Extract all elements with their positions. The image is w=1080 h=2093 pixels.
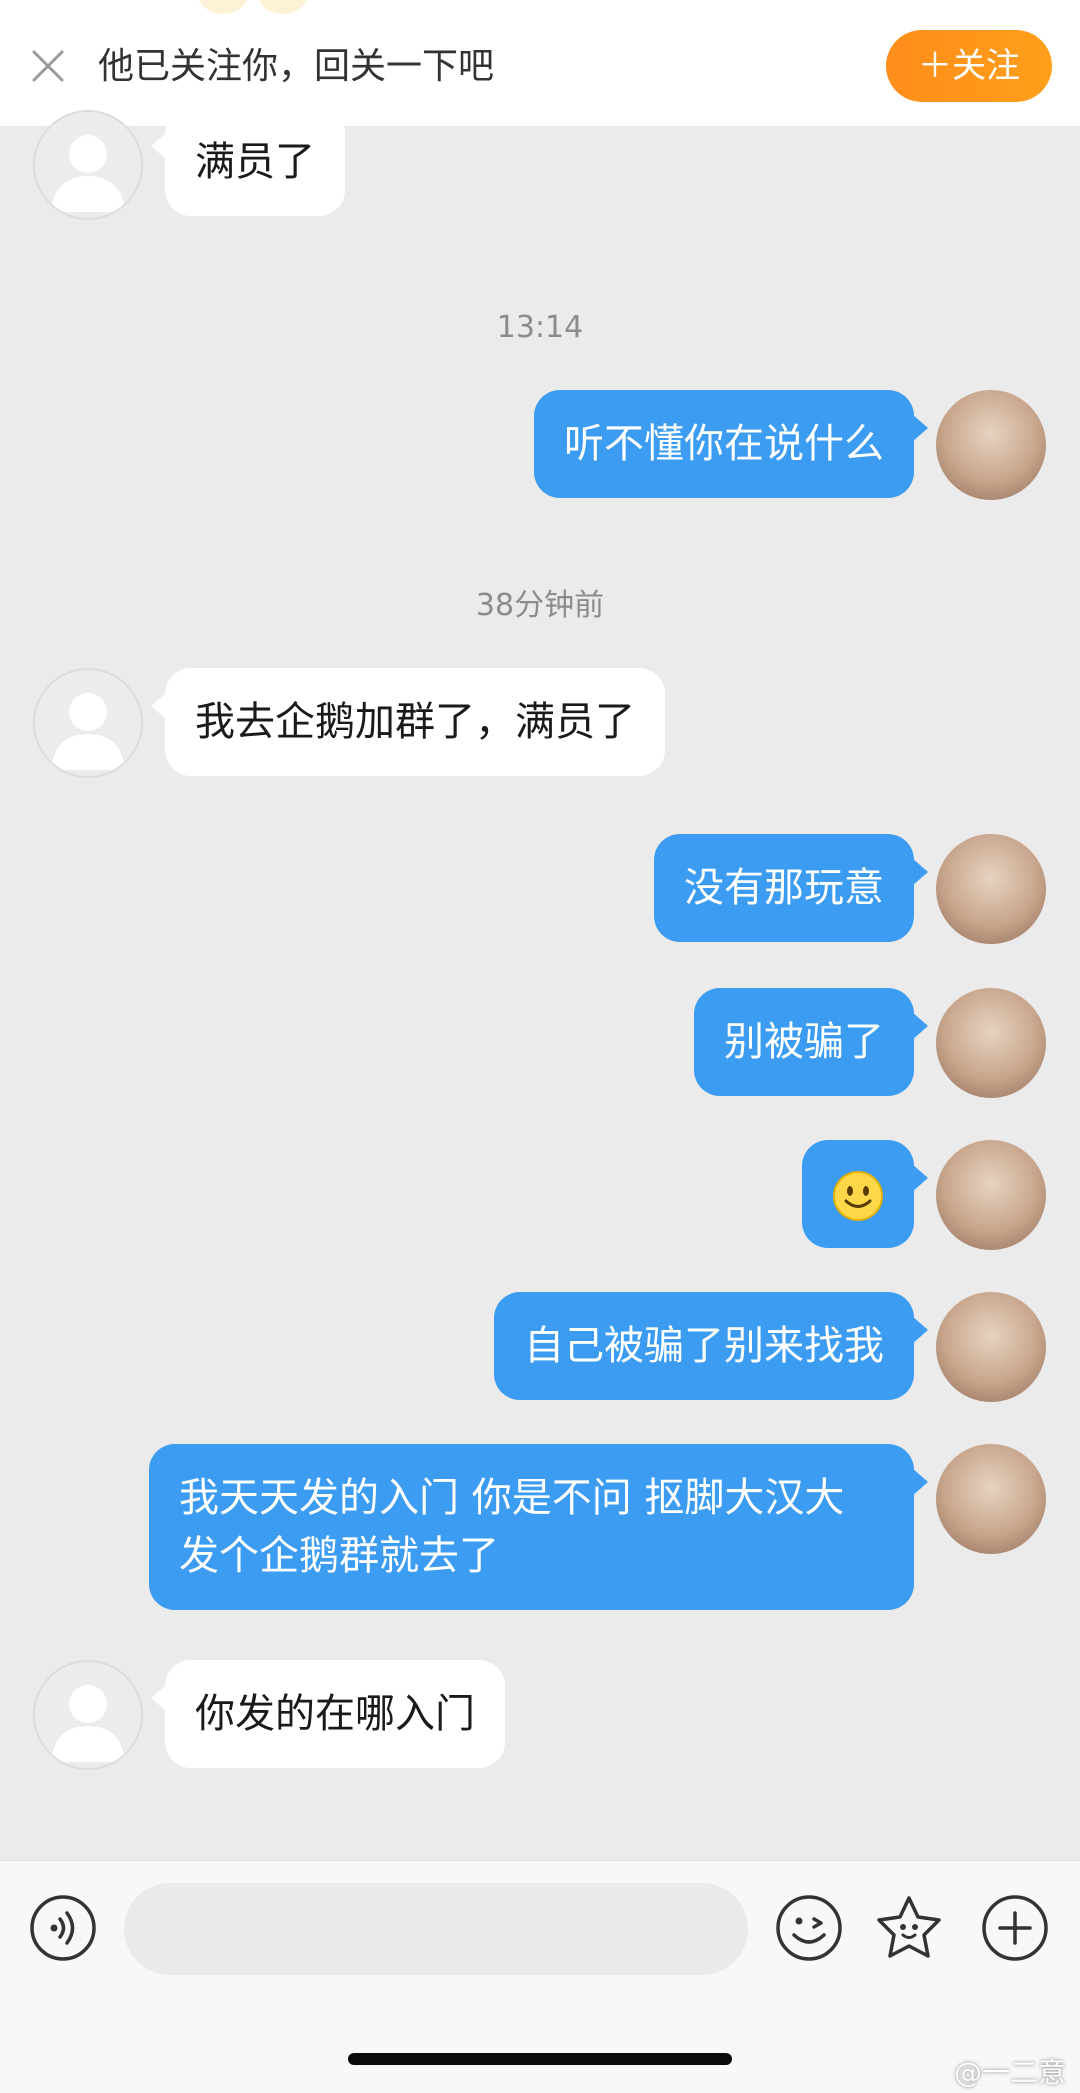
- bubble-tail: [151, 692, 167, 720]
- follow-button[interactable]: ＋关注: [886, 30, 1052, 102]
- outgoing-message[interactable]: 别被骗了: [694, 988, 928, 1096]
- follow-back-banner: 他已关注你，回关一下吧 ＋关注: [0, 0, 1080, 127]
- default-avatar-icon: [51, 693, 125, 770]
- outgoing-message[interactable]: 听不懂你在说什么: [534, 390, 928, 498]
- outgoing-message[interactable]: [802, 1140, 928, 1248]
- emoji-decoration: [198, 0, 248, 14]
- my-avatar[interactable]: [936, 1140, 1046, 1250]
- follow-back-prompt: 他已关注你，回关一下吧: [98, 46, 495, 87]
- default-avatar-icon: [51, 1685, 125, 1762]
- sticker-icon[interactable]: [874, 1893, 944, 1963]
- my-avatar[interactable]: [936, 834, 1046, 944]
- voice-icon[interactable]: [28, 1893, 98, 1963]
- message-timestamp: 38分钟前: [475, 588, 605, 623]
- contact-avatar[interactable]: [33, 1660, 143, 1770]
- home-indicator[interactable]: [348, 2053, 732, 2065]
- my-avatar[interactable]: [936, 390, 1046, 500]
- emoji-decoration: [258, 0, 308, 14]
- default-avatar-icon: [51, 135, 125, 212]
- bubble-tail: [151, 132, 167, 160]
- outgoing-message[interactable]: 自己被骗了别来找我: [494, 1292, 928, 1400]
- message-input[interactable]: [124, 1883, 748, 1975]
- bubble-tail: [912, 858, 928, 886]
- contact-avatar[interactable]: [33, 110, 143, 220]
- my-avatar[interactable]: [936, 988, 1046, 1098]
- bubble-tail: [912, 1164, 928, 1192]
- message-timestamp: 13:14: [496, 310, 584, 345]
- outgoing-message[interactable]: 没有那玩意: [654, 834, 928, 942]
- bubble-tail: [912, 1316, 928, 1344]
- incoming-message[interactable]: 我去企鹅加群了，满员了: [151, 668, 665, 776]
- weibo-watermark: @一二意: [953, 2056, 1066, 2089]
- bubble-tail: [912, 414, 928, 442]
- my-avatar[interactable]: [936, 1444, 1046, 1554]
- close-icon[interactable]: [30, 48, 66, 84]
- my-avatar[interactable]: [936, 1292, 1046, 1402]
- bubble-tail: [151, 1684, 167, 1712]
- smiley-face-icon: [833, 1171, 883, 1221]
- add-icon[interactable]: [980, 1893, 1050, 1963]
- message-input-bar: @一二意: [0, 1860, 1080, 2093]
- emoji-icon[interactable]: [774, 1893, 844, 1963]
- bubble-tail: [912, 1468, 928, 1496]
- contact-avatar[interactable]: [33, 668, 143, 778]
- outgoing-message[interactable]: 我天天发的入门 你是不问 抠脚大汉大发个企鹅群就去了: [149, 1444, 928, 1610]
- bubble-tail: [912, 1012, 928, 1040]
- incoming-message[interactable]: 满员了: [151, 108, 345, 216]
- incoming-message[interactable]: 你发的在哪入门: [151, 1660, 505, 1768]
- chat-area[interactable]: 满员了 13:14 听不懂你在说什么 38分钟前 我去企鹅加群了，满员了 没有那…: [0, 108, 1080, 1860]
